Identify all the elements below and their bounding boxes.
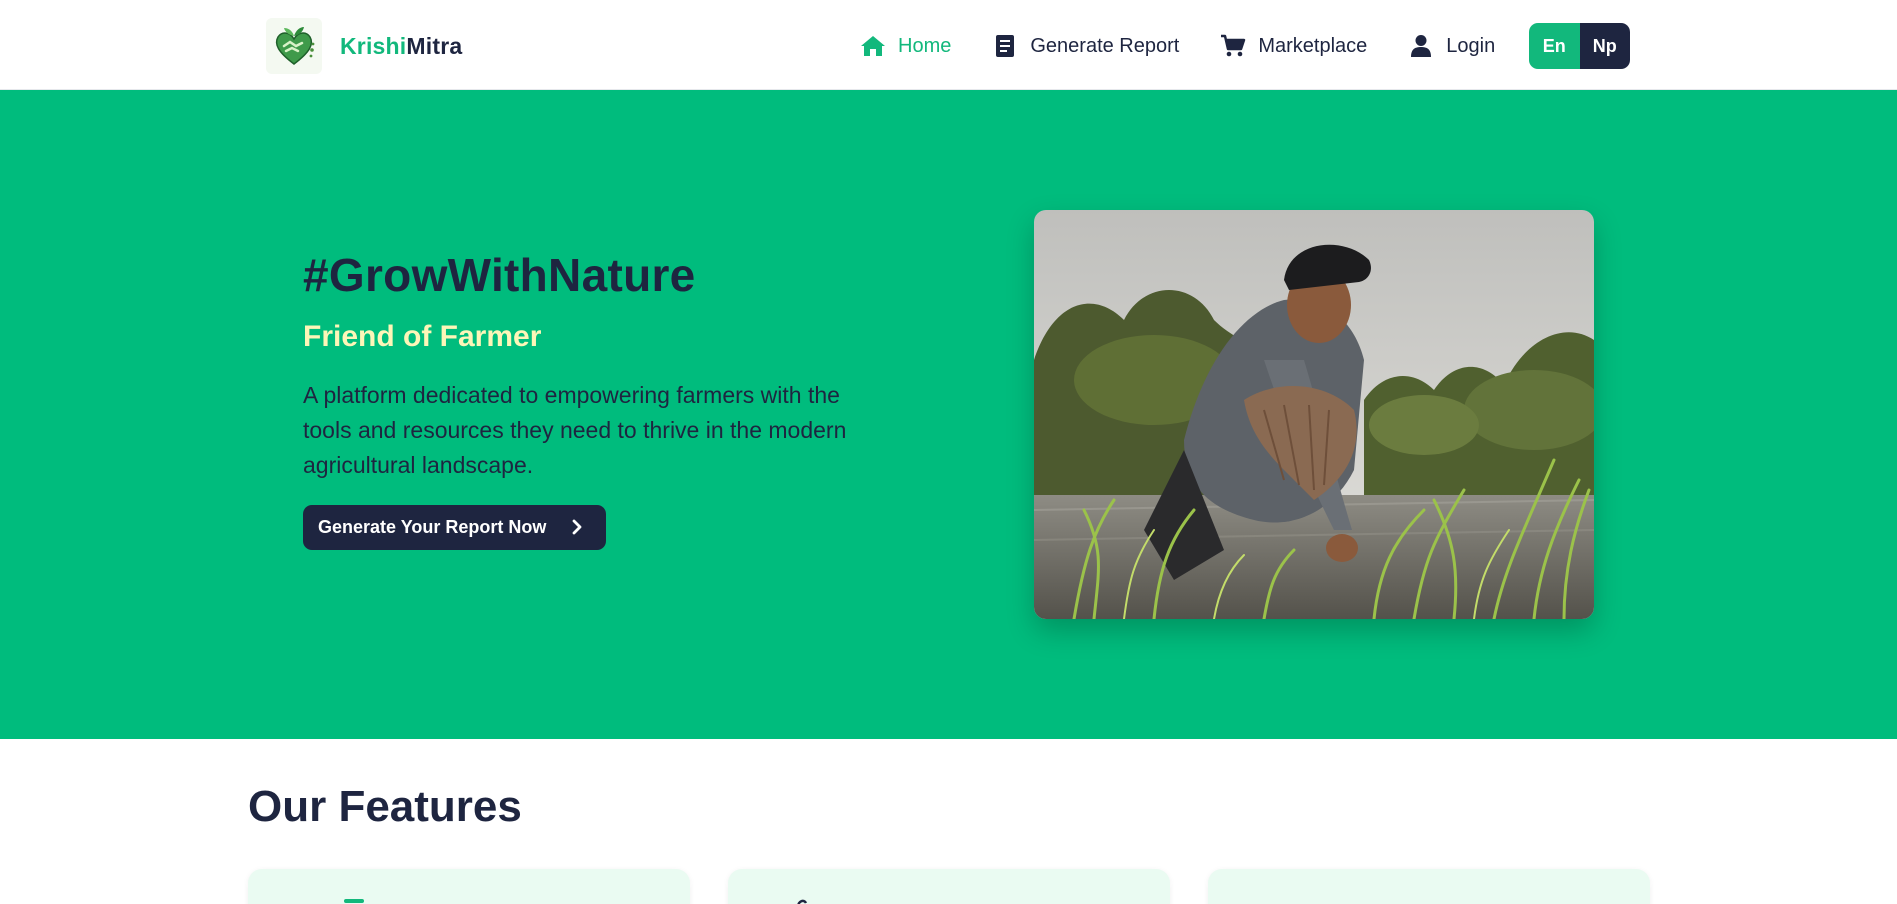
feature-card-3[interactable] <box>1208 869 1650 904</box>
generate-report-button[interactable]: Generate Your Report Now <box>303 505 606 550</box>
navbar: KrishiMitra Home Generate Report Marketp… <box>0 0 1897 90</box>
feature-card-1[interactable] <box>248 869 690 904</box>
features-title: Our Features <box>248 782 522 831</box>
cart-icon <box>1220 33 1246 59</box>
nav-marketplace[interactable]: Marketplace <box>1220 33 1367 59</box>
hero-section: #GrowWithNature Friend of Farmer A platf… <box>0 90 1897 739</box>
document-icon <box>992 33 1018 59</box>
nav-login-label: Login <box>1446 34 1496 57</box>
nav-login[interactable]: Login <box>1408 33 1495 59</box>
farmer-photo <box>1034 210 1594 619</box>
brand-logo-link[interactable]: KrishiMitra <box>266 18 462 74</box>
brand-name: KrishiMitra <box>340 33 462 60</box>
feature-2-icon <box>797 899 808 904</box>
brand-name-part1: Krishi <box>340 32 407 59</box>
generate-report-button-label: Generate Your Report Now <box>318 517 547 537</box>
hero-description: A platform dedicated to empowering farme… <box>303 382 847 478</box>
feature-1-icon <box>344 899 364 903</box>
hero-title: #GrowWithNature <box>303 249 696 301</box>
hero-subtitle: Friend of Farmer <box>303 320 542 353</box>
user-icon <box>1408 33 1434 59</box>
nav-generate-report[interactable]: Generate Report <box>992 33 1179 59</box>
lang-en-button[interactable]: En <box>1529 23 1580 69</box>
nav-generate-report-label: Generate Report <box>1030 34 1180 57</box>
logo-icon <box>266 18 322 74</box>
lang-np-button[interactable]: Np <box>1579 23 1630 69</box>
chevron-right-icon <box>572 519 582 535</box>
nav-home[interactable]: Home <box>860 33 951 59</box>
language-toggle: En Np <box>1529 23 1630 69</box>
feature-card-2[interactable] <box>728 869 1170 904</box>
nav-links: Home Generate Report Marketplace Login <box>860 22 1536 70</box>
brand-name-part2: Mitra <box>406 32 463 59</box>
nav-home-label: Home <box>898 34 952 57</box>
nav-marketplace-label: Marketplace <box>1258 34 1368 57</box>
home-icon <box>860 33 886 59</box>
